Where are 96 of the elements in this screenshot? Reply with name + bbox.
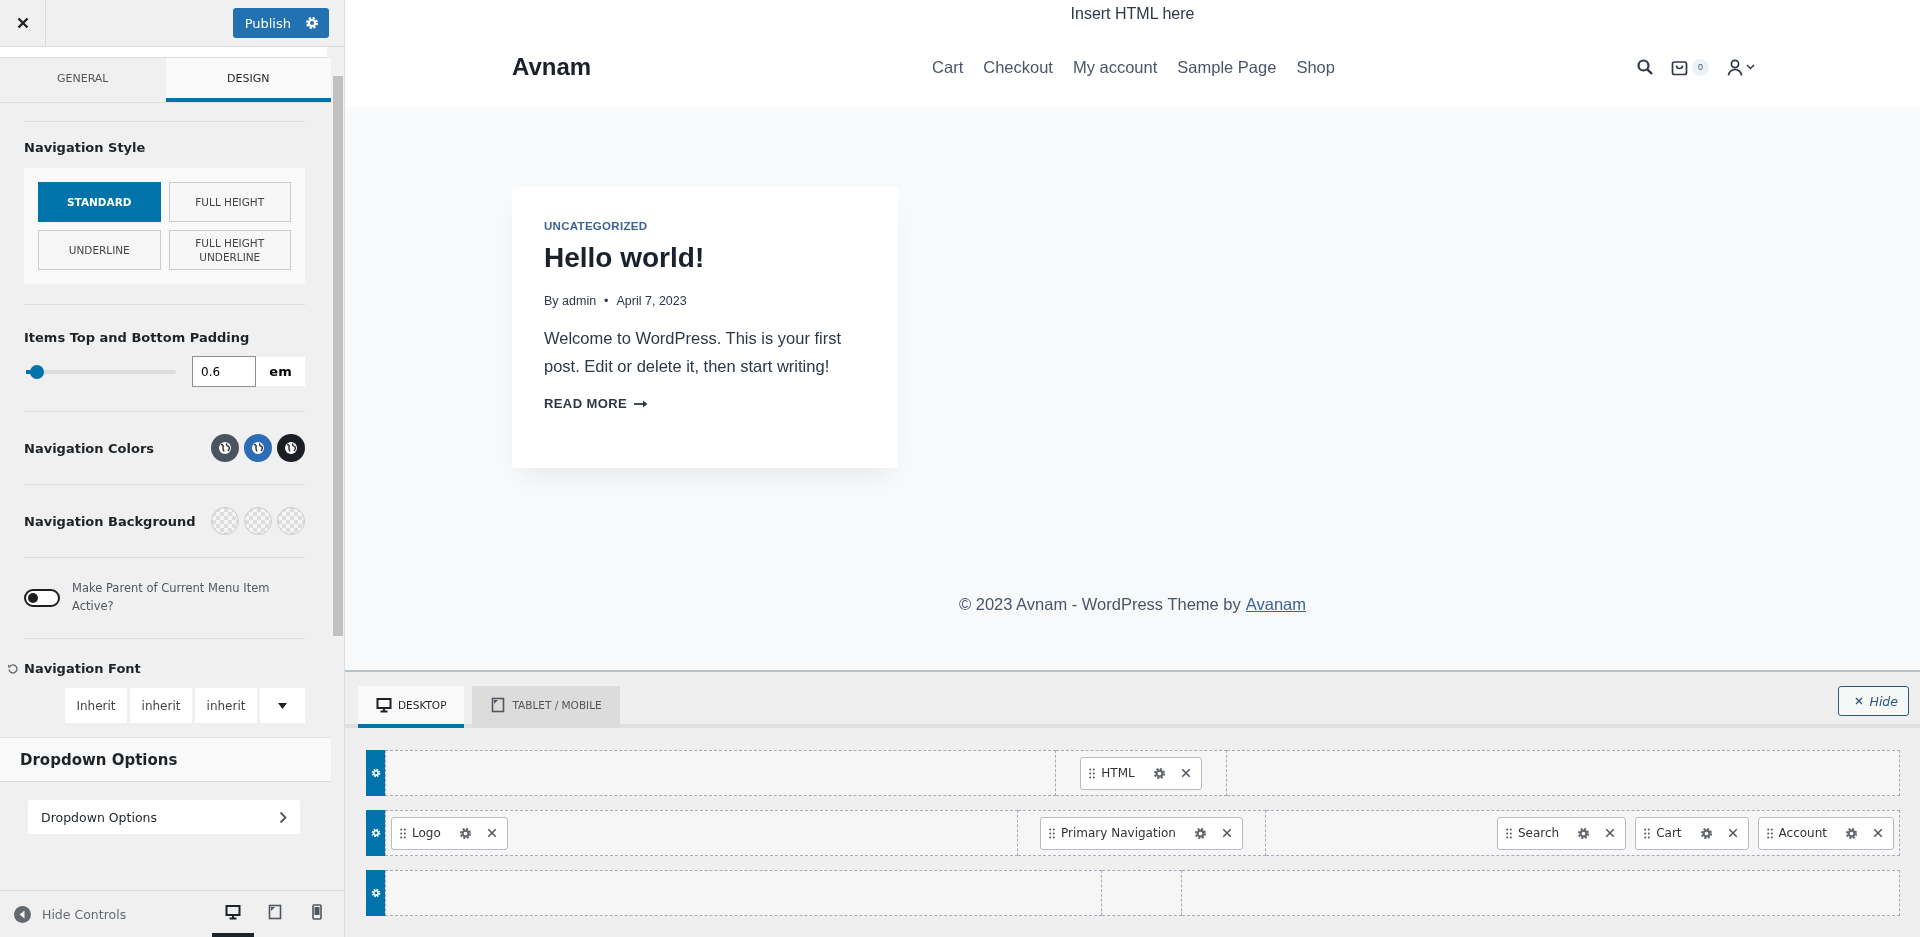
panel-tab[interactable]: DESIGN [165,58,331,102]
collapse-icon [14,905,31,923]
style-option[interactable]: STANDARD [38,182,161,222]
publish-button[interactable]: Publish [232,8,329,38]
header-html-text: Insert HTML here [1069,4,1196,23]
builder-item[interactable]: Cart [1635,816,1749,850]
close-icon[interactable] [1605,828,1616,838]
tablet-icon [490,697,507,713]
toggle-label: Make Parent of Current Menu Item Active? [72,580,271,615]
unit-label: em [256,357,305,386]
post-title[interactable]: Hello world! [544,242,866,274]
transparent-swatch[interactable] [211,507,239,535]
gear-icon[interactable] [458,826,472,840]
close-icon[interactable] [1221,828,1232,838]
drag-handle-icon[interactable] [1644,827,1651,839]
drag-handle-icon[interactable] [400,827,406,839]
menu-link[interactable]: Shop [1296,57,1335,77]
gear-icon[interactable] [1845,826,1858,840]
number-field[interactable]: 0.6 [192,356,256,387]
search-icon[interactable] [1637,59,1653,75]
row-settings-button[interactable] [366,810,385,856]
shopping-bag-icon[interactable] [1671,58,1688,76]
desktop-icon [376,697,392,713]
hide-controls-button[interactable]: Hide Controls [14,905,127,923]
font-field[interactable]: inherit [195,688,257,723]
arrow-right-icon [634,399,649,408]
setting-label: Navigation Font [24,661,141,676]
chevron-right-icon [279,810,287,824]
close-icon[interactable] [486,828,497,838]
globe-icon [251,441,265,455]
setting-label: Navigation Background [24,513,196,529]
post-category[interactable]: UNCATEGORIZED [544,220,866,232]
gear-icon[interactable] [1699,826,1713,840]
toggle-switch[interactable] [24,589,60,607]
menu-link[interactable]: My account [1072,57,1158,77]
transparent-swatch[interactable] [244,507,272,535]
style-option[interactable]: FULL HEIGHT UNDERLINE [168,230,291,270]
row-settings-button[interactable] [366,750,385,796]
post-excerpt: Welcome to WordPress. This is your first post. Edit or delete it, then start writing! [544,328,843,377]
builder-item[interactable]: Primary Navigation [1040,816,1243,850]
transparent-swatch[interactable] [277,507,305,535]
post-date: April 7, 2023 [616,294,687,308]
reset-icon[interactable] [7,662,19,675]
user-icon[interactable] [1727,58,1743,76]
tablet-icon [267,904,283,920]
drag-handle-icon[interactable] [1089,767,1096,779]
slider-thumb[interactable] [30,364,45,379]
builder-item[interactable]: Account [1757,816,1894,850]
meta-separator: • [604,294,609,308]
globe-icon [284,441,298,455]
read-more-link[interactable]: READ MORE [544,396,866,411]
close-icon[interactable] [1727,828,1738,838]
close-icon[interactable] [16,17,29,29]
hide-button[interactable]: Hide [1837,686,1909,716]
color-swatch[interactable] [211,434,239,462]
footer-text: © 2023 Avnam - WordPress Theme by [959,595,1241,614]
style-option[interactable]: UNDERLINE [38,230,161,270]
builder-item[interactable]: HTML [1080,756,1202,790]
caret-icon [278,702,287,709]
slider[interactable] [24,364,176,379]
footer-link[interactable]: Avanam [1245,595,1306,614]
setting-label: Navigation Style [24,140,147,155]
drag-handle-icon[interactable] [1766,827,1773,839]
builder-item[interactable]: Logo [391,816,508,850]
close-icon[interactable] [1873,828,1883,838]
gear-icon[interactable] [1577,826,1591,840]
builder-tab[interactable]: DESKTOP [358,686,465,728]
builder-item[interactable]: Search [1496,816,1627,850]
post-author[interactable]: By admin [544,294,597,308]
builder-tab[interactable]: TABLET / MOBILE [472,686,620,728]
dropdown-options-link[interactable]: Dropdown Options [28,800,300,834]
style-option[interactable]: FULL HEIGHT [168,182,291,222]
close-icon[interactable] [1180,768,1191,778]
menu-link[interactable]: Sample Page [1177,57,1277,77]
font-field[interactable]: inherit [130,688,192,723]
color-swatch[interactable] [277,434,305,462]
cart-count: 0 [1692,58,1709,76]
close-icon[interactable] [1854,697,1863,705]
section-heading: Dropdown Options [0,737,331,782]
drag-handle-icon[interactable] [1049,827,1056,839]
font-field[interactable]: Inherit [65,688,127,723]
color-swatch[interactable] [244,434,272,462]
mobile-icon [311,904,323,920]
chevron-down-icon[interactable] [1746,64,1755,70]
menu-link[interactable]: Cart [932,57,964,77]
setting-label: Items Top and Bottom Padding [24,330,250,345]
gear-icon[interactable] [1152,766,1166,780]
desktop-icon [225,904,241,920]
site-logo[interactable]: Avnam [512,53,592,81]
setting-label: Navigation Colors [24,440,155,456]
menu-link[interactable]: Checkout [983,57,1053,77]
drag-handle-icon[interactable] [1505,827,1512,839]
row-settings-button[interactable] [366,870,385,916]
panel-tab[interactable]: GENERAL [0,58,166,102]
globe-icon [218,441,232,455]
gear-icon[interactable] [1193,826,1207,840]
